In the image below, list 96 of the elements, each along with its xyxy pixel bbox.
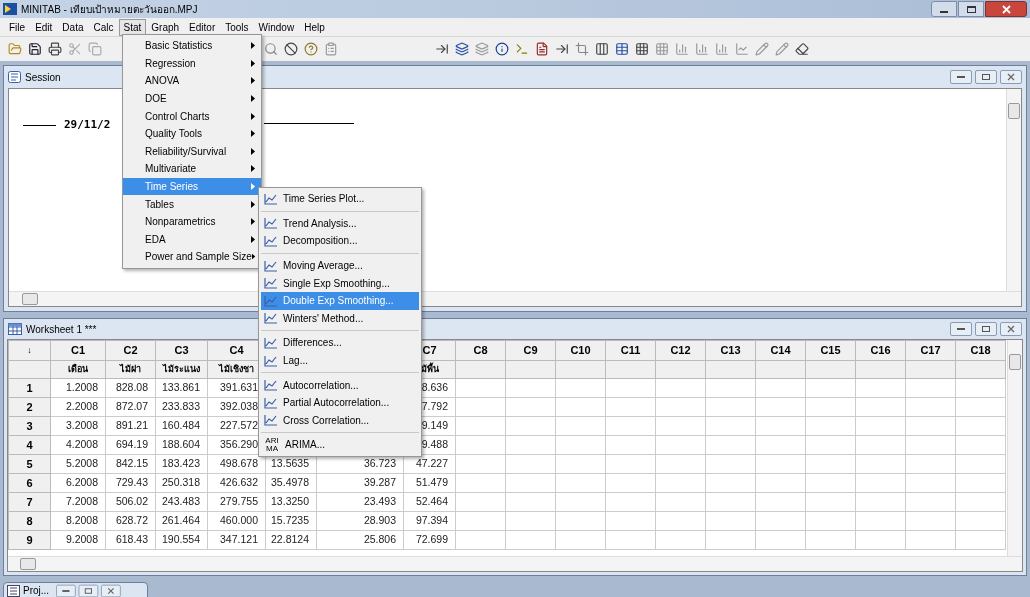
table-cell: 15.7235 <box>265 511 317 531</box>
column-header[interactable]: C3 <box>155 340 208 361</box>
table-cell: 4.2008 <box>50 435 106 455</box>
menu-item[interactable]: DOE <box>123 89 261 108</box>
column-header[interactable]: C15 <box>805 340 856 361</box>
column-header[interactable]: C9 <box>505 340 556 361</box>
menu-item[interactable]: Nonparametrics <box>123 212 261 231</box>
table-cell: 243.483 <box>155 492 208 512</box>
column-header[interactable]: C12 <box>655 340 706 361</box>
table-cell: 891.21 <box>105 416 156 436</box>
menu-item[interactable]: Multivariate <box>123 160 261 178</box>
column-header[interactable]: C16 <box>855 340 906 361</box>
menu-item[interactable]: Editor <box>184 18 221 36</box>
menu-item[interactable]: Edit <box>30 18 58 36</box>
table-cell: 842.15 <box>105 454 156 474</box>
table-cell: 250.318 <box>155 473 208 493</box>
menu-item[interactable]: Tables <box>123 195 261 213</box>
menu-item[interactable]: Reliability/Survival <box>123 142 261 161</box>
column-name[interactable]: ไม้ระแนง <box>155 360 208 379</box>
table-cell: 233.833 <box>155 397 208 417</box>
corner-cell[interactable]: ↓ <box>8 340 51 361</box>
arima-label: ARI MA <box>264 436 280 453</box>
table-cell: 13.3250 <box>265 492 317 512</box>
table-cell: 52.464 <box>403 492 456 512</box>
menu-item[interactable]: Decomposition... <box>261 232 419 250</box>
table-cell: 39.287 <box>316 473 404 493</box>
column-header[interactable]: C11 <box>605 340 656 361</box>
table-cell: 2.2008 <box>50 397 106 417</box>
table-cell: 22.8124 <box>265 530 317 550</box>
table-cell: 35.4978 <box>265 473 317 493</box>
column-header[interactable]: C14 <box>755 340 806 361</box>
menu-item[interactable]: Trend Analysis... <box>261 214 419 233</box>
table-cell: 25.806 <box>316 530 404 550</box>
table-cell: 9.2008 <box>50 530 106 550</box>
menu-item[interactable]: Winters' Method... <box>261 309 419 328</box>
menu-item[interactable]: EDA <box>123 230 261 249</box>
table-cell: 347.121 <box>207 530 266 550</box>
column-name[interactable]: เดือน <box>50 360 106 379</box>
column-header[interactable]: C2 <box>105 340 156 361</box>
menu-item[interactable]: Power and Sample Size <box>123 248 261 266</box>
table-cell: 5.2008 <box>50 454 106 474</box>
table-cell: 133.861 <box>155 378 208 398</box>
column-header[interactable]: C18 <box>955 340 1006 361</box>
table-cell: 28.903 <box>316 511 404 531</box>
table-cell: 23.493 <box>316 492 404 512</box>
minimized-window[interactable]: Proj... <box>3 582 148 597</box>
table-cell: 6.2008 <box>50 473 106 493</box>
table-cell: 426.632 <box>207 473 266 493</box>
column-header[interactable]: C8 <box>455 340 506 361</box>
table-cell: 729.43 <box>105 473 156 493</box>
menu-item[interactable]: Moving Average... <box>261 256 419 275</box>
table-cell: 279.755 <box>207 492 266 512</box>
menu-item[interactable]: Regression <box>123 54 261 73</box>
table-cell: 72.699 <box>403 530 456 550</box>
menu-item[interactable]: File <box>4 18 31 36</box>
table-cell: 190.554 <box>155 530 208 550</box>
menu-item[interactable]: Calc <box>88 18 119 36</box>
table-cell: 97.394 <box>403 511 456 531</box>
table-cell: 261.464 <box>155 511 208 531</box>
table-cell: 618.43 <box>105 530 156 550</box>
column-header[interactable]: C13 <box>705 340 756 361</box>
menu-item[interactable]: Window <box>253 18 300 36</box>
menu-item[interactable]: Help <box>299 18 330 36</box>
table-cell: 3.2008 <box>50 416 106 436</box>
table-cell: 51.479 <box>403 473 456 493</box>
menu-item[interactable]: Tools <box>220 18 254 36</box>
table-cell: 8.2008 <box>50 511 106 531</box>
column-header[interactable]: C17 <box>905 340 956 361</box>
table-cell: 160.484 <box>155 416 208 436</box>
menu-item[interactable]: Basic Statistics <box>123 37 261 55</box>
menu-item[interactable]: Stat <box>118 18 147 36</box>
table-cell: 694.19 <box>105 435 156 455</box>
table-cell: 506.02 <box>105 492 156 512</box>
session-date: 29/11/2 <box>64 117 111 133</box>
column-header[interactable]: C10 <box>555 340 606 361</box>
table-cell: 188.604 <box>155 435 208 455</box>
table-cell: 183.423 <box>155 454 208 474</box>
table-cell: 828.08 <box>105 378 156 398</box>
window-title: Session <box>25 70 61 85</box>
table-cell: 1.2008 <box>50 378 106 398</box>
table-cell: 628.72 <box>105 511 156 531</box>
table-cell: 872.07 <box>105 397 156 417</box>
menu-item[interactable]: Control Charts <box>123 107 261 125</box>
column-header[interactable]: C1 <box>50 340 106 361</box>
menu-item[interactable]: Single Exp Smoothing... <box>261 274 419 292</box>
window-title: Proj... <box>23 584 50 597</box>
menu-item[interactable]: ANOVA <box>123 72 261 90</box>
table-cell: 460.000 <box>207 511 266 531</box>
window-title: Worksheet 1 *** <box>26 322 97 337</box>
column-name[interactable]: ไม้ฝา <box>105 360 156 379</box>
table-cell: 7.2008 <box>50 492 106 512</box>
menu-item[interactable]: Graph <box>146 18 185 36</box>
menu-item[interactable]: Time Series Plot... <box>261 190 419 208</box>
window-title: MINITAB - เทียบเป้าหมายตะวันออก.MPJ <box>21 2 198 17</box>
menu-item[interactable]: Data <box>57 18 89 36</box>
menu-item[interactable]: Quality Tools <box>123 124 261 143</box>
